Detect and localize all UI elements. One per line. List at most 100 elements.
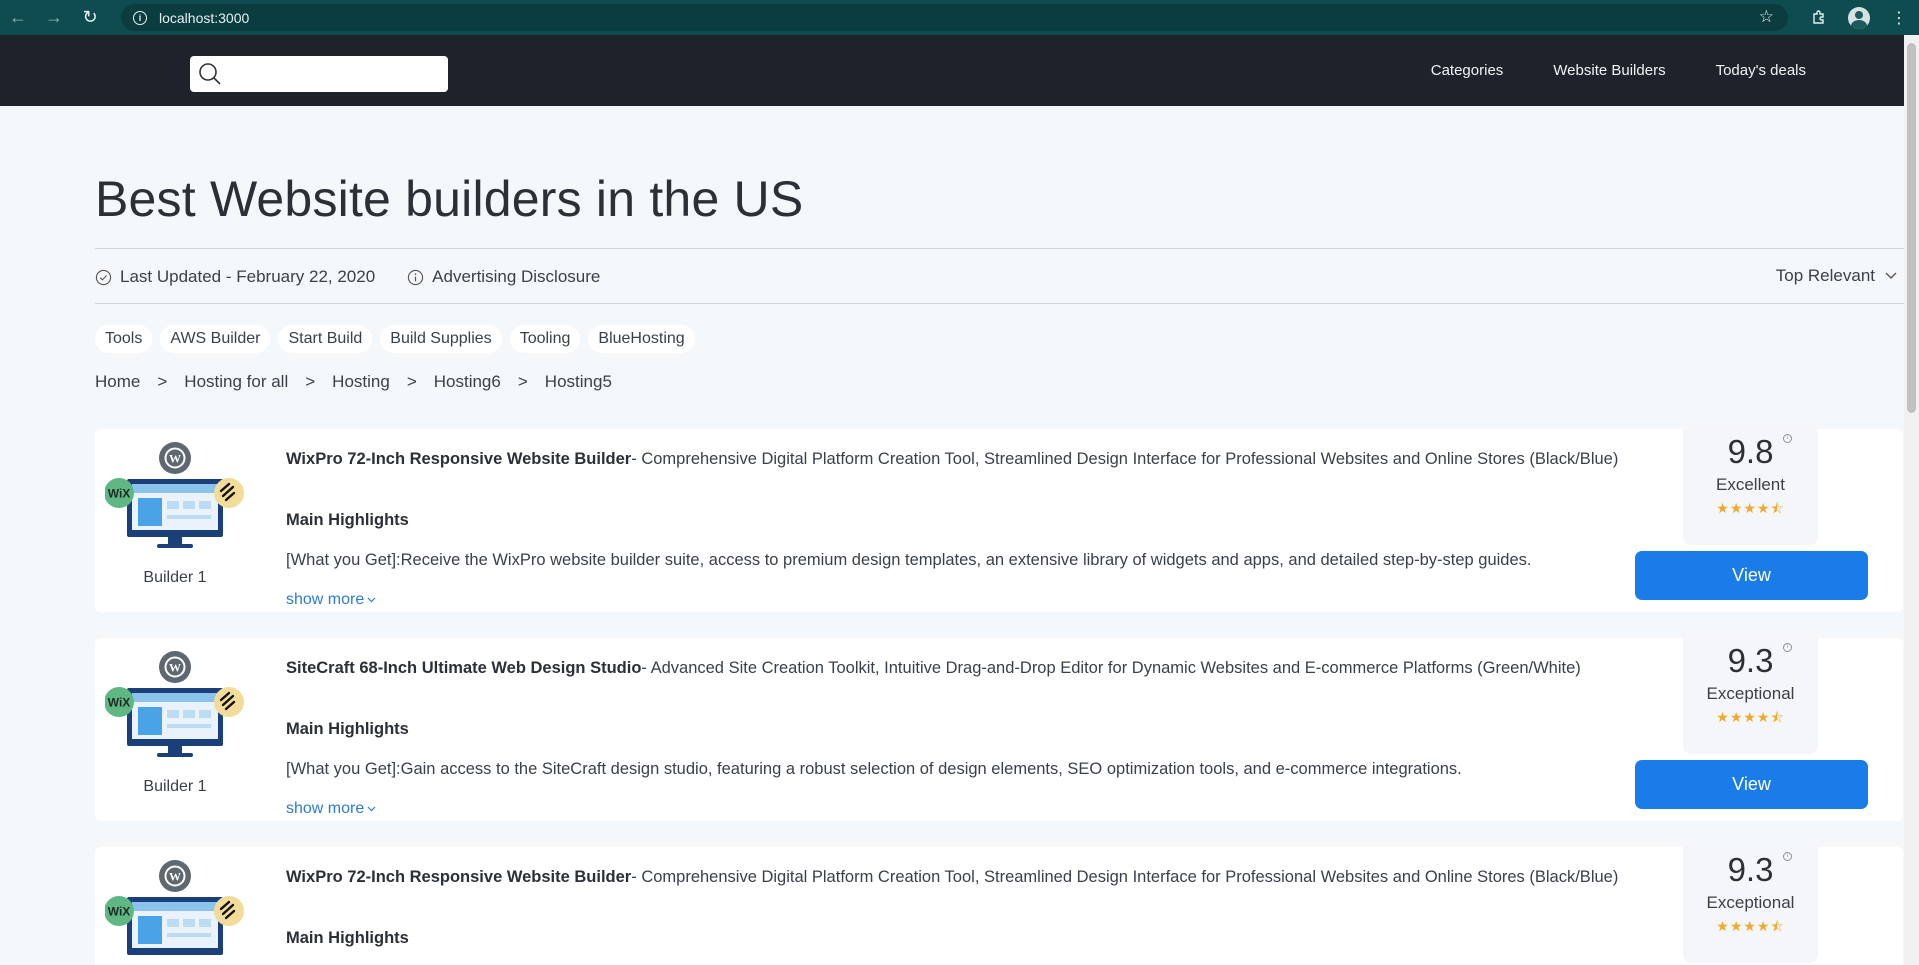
builder-caption: Builder 1 — [143, 569, 207, 586]
product-description: [What you Get]:Gain access to the SiteCr… — [286, 760, 1462, 778]
site-info-icon[interactable]: i — [133, 10, 147, 25]
product-subtitle: - Comprehensive Digital Platform Creatio… — [631, 868, 1619, 886]
last-updated: Last Updated - February 22, 2020 — [95, 267, 375, 287]
star-rating-icon: ★★★★⯪ — [1716, 709, 1785, 725]
website-builder-logo-icon: W WiX — [105, 442, 244, 548]
product-card: W WiX WixPro 72-Inch Responsive Website … — [95, 847, 1903, 965]
website-builder-logo-icon: W WiX — [105, 860, 244, 955]
website-builder-logo-icon: W WiX — [105, 651, 244, 757]
breadcrumb-hosting5[interactable]: Hosting5 — [545, 372, 612, 392]
breadcrumb-hosting6[interactable]: Hosting6 — [434, 372, 501, 392]
show-more-label[interactable]: show more — [286, 800, 364, 818]
category-chips: Tools AWS Builder Start Build Build Supp… — [95, 325, 695, 353]
svg-text:WiX: WiX — [108, 487, 131, 501]
page-scrollbar[interactable] — [1904, 35, 1919, 965]
score-info-icon[interactable]: i — [1783, 434, 1792, 443]
highlights-heading: Main Highlights — [286, 720, 409, 738]
svg-text:W: W — [169, 870, 181, 884]
product-card: W WiX Builder 1 SiteCraft 68-Inch Ultima… — [95, 638, 1903, 821]
chip-build-supplies[interactable]: Build Supplies — [380, 325, 502, 353]
top-nav: Categories Website Builders Today's deal… — [1431, 35, 1806, 106]
show-more-link[interactable]: show more — [286, 800, 376, 818]
info-icon — [408, 269, 424, 285]
chip-aws-builder[interactable]: AWS Builder — [160, 325, 271, 353]
product-subtitle: - Comprehensive Digital Platform Creatio… — [631, 450, 1619, 468]
divider — [95, 303, 1904, 304]
product-title[interactable]: WixPro 72-Inch Responsive Website Builde… — [286, 447, 1686, 471]
sort-dropdown[interactable]: Top Relevant — [1776, 266, 1897, 286]
forward-icon[interactable]: → — [36, 0, 72, 35]
extensions-icon[interactable] — [1799, 0, 1839, 35]
search-icon — [199, 63, 221, 85]
reload-icon[interactable]: ↻ — [72, 0, 108, 35]
meta-row: Last Updated - February 22, 2020 Adverti… — [95, 266, 632, 288]
product-name[interactable]: SiteCraft 68-Inch Ultimate Web Design St… — [286, 659, 641, 677]
svg-text:WiX: WiX — [108, 905, 131, 919]
rating-label: Excellent — [1716, 475, 1785, 494]
product-card: W WiX Builder 1 WixPro 72-Inch Responsiv… — [95, 429, 1903, 612]
divider — [95, 248, 1904, 249]
score-value: 9.3 — [1727, 642, 1774, 679]
browser-menu-icon[interactable]: ⋮ — [1879, 0, 1919, 35]
rating-label: Exceptional — [1706, 684, 1795, 703]
chip-tooling[interactable]: Tooling — [509, 325, 581, 353]
chip-tools[interactable]: Tools — [95, 325, 153, 353]
chip-bluehosting[interactable]: BlueHosting — [588, 325, 695, 353]
product-description: [What you Get]:Receive the WixPro websit… — [286, 551, 1532, 569]
product-title[interactable]: SiteCraft 68-Inch Ultimate Web Design St… — [286, 656, 1686, 680]
browser-toolbar: ← → ↻ i localhost:3000 ☆ ⋮ — [0, 0, 1919, 35]
view-button[interactable]: View — [1635, 760, 1868, 809]
address-bar[interactable]: i localhost:3000 ☆ — [121, 4, 1788, 31]
svg-text:W: W — [169, 452, 181, 466]
chevron-down-icon — [367, 597, 376, 603]
search-input[interactable] — [228, 59, 448, 89]
score-panel: i 9.8 Excellent ★★★★⯪ — [1683, 429, 1818, 545]
nav-categories[interactable]: Categories — [1431, 62, 1504, 79]
score-value: 9.8 — [1727, 433, 1774, 470]
breadcrumb-hosting[interactable]: Hosting — [332, 372, 390, 392]
product-name[interactable]: WixPro 72-Inch Responsive Website Builde… — [286, 450, 631, 468]
breadcrumb-separator: > — [517, 372, 528, 391]
star-rating-icon: ★★★★⯪ — [1716, 500, 1785, 516]
profile-avatar-icon[interactable] — [1839, 0, 1879, 35]
breadcrumb-separator: > — [305, 372, 316, 391]
check-circle-icon — [95, 269, 112, 285]
breadcrumb-home[interactable]: Home — [95, 372, 140, 392]
score-panel: i 9.3 Exceptional ★★★★⯪ — [1683, 847, 1818, 963]
last-updated-text: Last Updated - February 22, 2020 — [120, 267, 376, 286]
bookmark-star-icon[interactable]: ☆ — [1759, 7, 1774, 27]
nav-website-builders[interactable]: Website Builders — [1553, 62, 1665, 79]
breadcrumb-hosting-for-all[interactable]: Hosting for all — [184, 372, 288, 392]
advertising-disclosure[interactable]: Advertising Disclosure — [407, 267, 600, 287]
breadcrumb: Home > Hosting for all > Hosting > Hosti… — [95, 372, 612, 392]
svg-text:W: W — [169, 661, 181, 675]
chip-start-build[interactable]: Start Build — [278, 325, 373, 353]
star-rating-icon: ★★★★⯪ — [1716, 918, 1785, 934]
url-text[interactable]: localhost:3000 — [159, 10, 249, 26]
rating-label: Exceptional — [1706, 893, 1795, 912]
highlights-heading: Main Highlights — [286, 511, 409, 529]
back-icon[interactable]: ← — [0, 0, 36, 35]
score-value: 9.3 — [1727, 851, 1774, 888]
product-subtitle: - Advanced Site Creation Toolkit, Intuit… — [641, 659, 1581, 677]
score-info-icon[interactable]: i — [1783, 852, 1792, 861]
highlights-heading: Main Highlights — [286, 929, 409, 947]
builder-caption: Builder 1 — [143, 778, 207, 795]
breadcrumb-separator: > — [157, 372, 168, 391]
score-info-icon[interactable]: i — [1783, 643, 1792, 652]
show-more-label[interactable]: show more — [286, 591, 364, 609]
site-header: Categories Website Builders Today's deal… — [0, 35, 1904, 106]
search-box[interactable] — [190, 56, 448, 92]
svg-text:WiX: WiX — [108, 696, 131, 710]
chevron-down-icon — [1885, 272, 1897, 279]
sort-label[interactable]: Top Relevant — [1776, 266, 1875, 286]
score-panel: i 9.3 Exceptional ★★★★⯪ — [1683, 638, 1818, 754]
product-title[interactable]: WixPro 72-Inch Responsive Website Builde… — [286, 865, 1686, 889]
nav-todays-deals[interactable]: Today's deals — [1716, 62, 1806, 79]
show-more-link[interactable]: show more — [286, 591, 376, 609]
breadcrumb-separator: > — [406, 372, 417, 391]
scrollbar-thumb[interactable] — [1907, 43, 1916, 413]
product-name[interactable]: WixPro 72-Inch Responsive Website Builde… — [286, 868, 631, 886]
advertising-disclosure-text[interactable]: Advertising Disclosure — [432, 267, 600, 287]
view-button[interactable]: View — [1635, 551, 1868, 600]
